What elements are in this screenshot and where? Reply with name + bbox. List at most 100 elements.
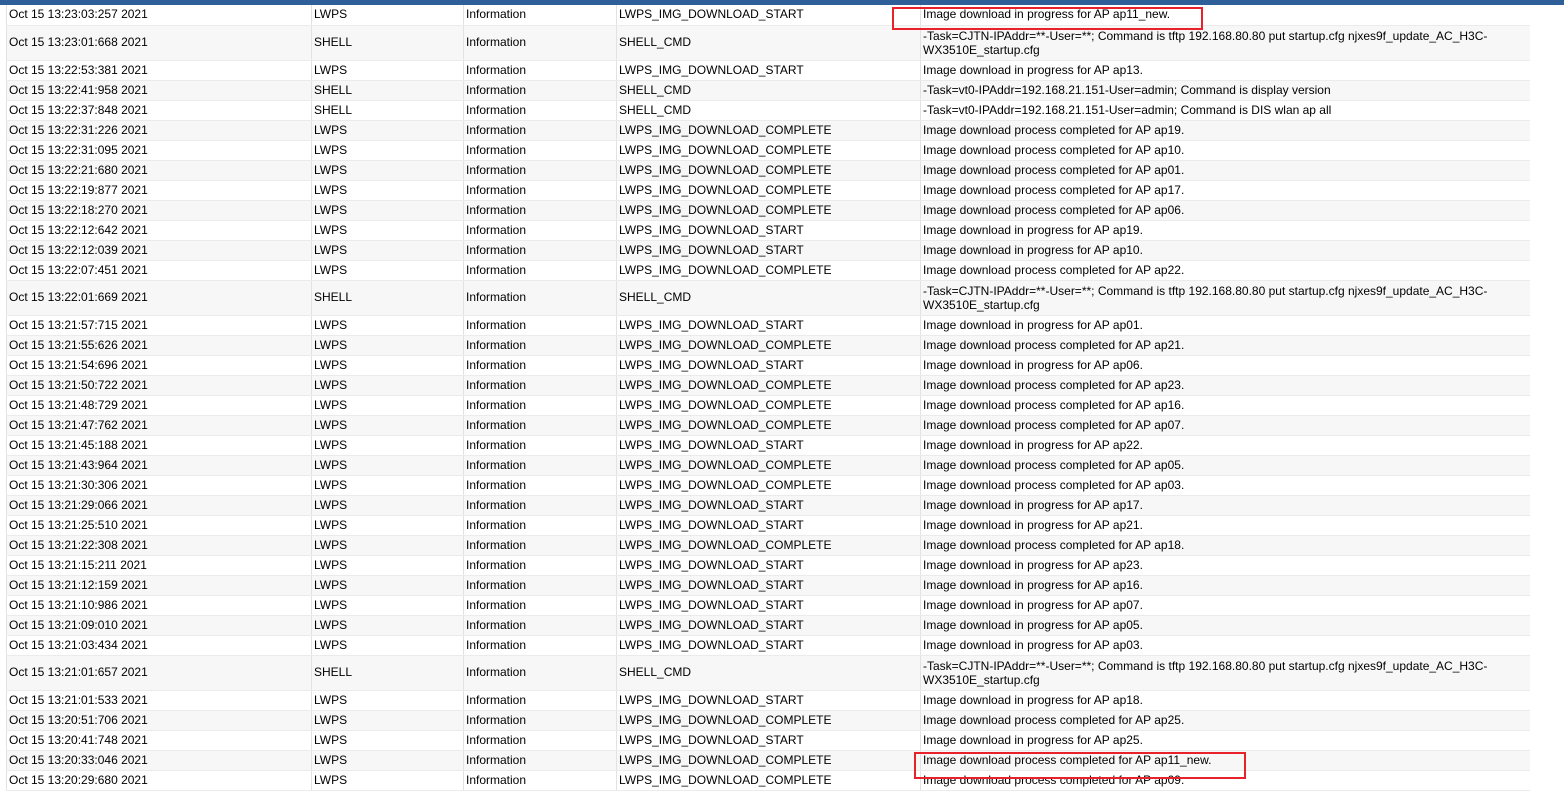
log-mnemonic-cell: LWPS_IMG_DOWNLOAD_COMPLETE [616, 455, 921, 476]
log-message-cell: Image download in progress for AP ap05. [920, 615, 1531, 636]
log-row[interactable]: Oct 15 13:21:30:306 2021 LWPS Information L… [6, 475, 1531, 496]
log-time-cell: Oct 15 13:21:01:533 2021 [6, 690, 312, 711]
log-module-cell: LWPS [311, 730, 464, 751]
log-time-cell: Oct 15 13:21:15:211 2021 [6, 555, 312, 576]
log-time-cell: Oct 15 13:21:54:696 2021 [6, 355, 312, 376]
log-mnemonic-cell: LWPS_IMG_DOWNLOAD_COMPLETE [616, 475, 921, 496]
log-module-cell: SHELL [311, 25, 464, 61]
log-row[interactable]: Oct 15 13:21:09:010 2021 LWPS Information L… [6, 615, 1531, 636]
log-module-cell: LWPS [311, 710, 464, 731]
log-message-cell: Image download process completed for AP … [920, 180, 1531, 201]
log-row[interactable]: Oct 15 13:21:22:308 2021 LWPS Information L… [6, 535, 1531, 556]
log-message-cell: Image download process completed for AP … [920, 260, 1531, 281]
log-row[interactable]: Oct 15 13:21:12:159 2021 LWPS Information L… [6, 575, 1531, 596]
log-row[interactable]: Oct 15 13:20:29:680 2021 LWPS Information L… [6, 770, 1531, 791]
log-message-cell: Image download in progress for AP ap11_n… [920, 5, 1531, 26]
log-module-cell: LWPS [311, 515, 464, 536]
log-time-cell: Oct 15 13:22:53:381 2021 [6, 60, 312, 81]
log-row[interactable]: Oct 15 13:22:07:451 2021 LWPS Information L… [6, 260, 1531, 281]
log-message-cell: -Task=vt0-IPAddr=192.168.21.151-User=adm… [920, 100, 1531, 121]
log-row[interactable]: Oct 15 13:21:57:715 2021 LWPS Information L… [6, 315, 1531, 336]
log-mnemonic-cell: LWPS_IMG_DOWNLOAD_START [616, 5, 921, 26]
log-row[interactable]: Oct 15 13:21:50:722 2021 LWPS Information L… [6, 375, 1531, 396]
log-row[interactable]: Oct 15 13:22:41:958 2021 SHELL Information… [6, 80, 1531, 101]
log-module-cell: LWPS [311, 200, 464, 221]
log-mnemonic-cell: LWPS_IMG_DOWNLOAD_START [616, 595, 921, 616]
log-level-cell: Information [463, 690, 617, 711]
log-time-cell: Oct 15 13:21:45:188 2021 [6, 435, 312, 456]
log-row[interactable]: Oct 15 13:22:21:680 2021 LWPS Information L… [6, 160, 1531, 181]
log-module-cell: LWPS [311, 335, 464, 356]
log-time-cell: Oct 15 13:21:57:715 2021 [6, 315, 312, 336]
log-module-cell: LWPS [311, 555, 464, 576]
log-module-cell: LWPS [311, 375, 464, 396]
log-mnemonic-cell: SHELL_CMD [616, 80, 921, 101]
log-row[interactable]: Oct 15 13:22:31:095 2021 LWPS Information L… [6, 140, 1531, 161]
log-module-cell: LWPS [311, 260, 464, 281]
log-mnemonic-cell: LWPS_IMG_DOWNLOAD_COMPLETE [616, 375, 921, 396]
log-message-cell: Image download in progress for AP ap17. [920, 495, 1531, 516]
log-module-cell: LWPS [311, 690, 464, 711]
log-row[interactable]: Oct 15 13:21:54:696 2021 LWPS Information L… [6, 355, 1531, 376]
log-message-cell: Image download in progress for AP ap25. [920, 730, 1531, 751]
log-message-cell: Image download in progress for AP ap16. [920, 575, 1531, 596]
log-module-cell: LWPS [311, 635, 464, 656]
log-time-cell: Oct 15 13:20:51:706 2021 [6, 710, 312, 731]
log-level-cell: Information [463, 180, 617, 201]
log-row[interactable]: Oct 15 13:23:01:668 2021 SHELL Information… [6, 25, 1531, 61]
log-mnemonic-cell: LWPS_IMG_DOWNLOAD_COMPLETE [616, 335, 921, 356]
log-row[interactable]: Oct 15 13:22:18:270 2021 LWPS Information L… [6, 200, 1531, 221]
log-message-cell: Image download in progress for AP ap06. [920, 355, 1531, 376]
log-module-cell: LWPS [311, 615, 464, 636]
log-message-cell: Image download process completed for AP … [920, 160, 1531, 181]
log-time-cell: Oct 15 13:21:30:306 2021 [6, 475, 312, 496]
log-row[interactable]: Oct 15 13:20:33:046 2021 LWPS Information L… [6, 750, 1531, 771]
log-row[interactable]: Oct 15 13:21:03:434 2021 LWPS Information L… [6, 635, 1531, 656]
log-level-cell: Information [463, 60, 617, 81]
log-message-cell: Image download in progress for AP ap18. [920, 690, 1531, 711]
log-row[interactable]: Oct 15 13:21:29:066 2021 LWPS Information L… [6, 495, 1531, 516]
log-level-cell: Information [463, 140, 617, 161]
log-message-cell: Image download process completed for AP … [920, 750, 1531, 771]
log-mnemonic-cell: SHELL_CMD [616, 25, 921, 61]
log-row[interactable]: Oct 15 13:20:41:748 2021 LWPS Information L… [6, 730, 1531, 751]
log-time-cell: Oct 15 13:22:12:039 2021 [6, 240, 312, 261]
log-level-cell: Information [463, 280, 617, 316]
log-row[interactable]: Oct 15 13:23:03:257 2021 LWPS Information L… [6, 5, 1531, 26]
log-row[interactable]: Oct 15 13:22:12:642 2021 LWPS Information L… [6, 220, 1531, 241]
log-level-cell: Information [463, 730, 617, 751]
log-row[interactable]: Oct 15 13:21:47:762 2021 LWPS Information L… [6, 415, 1531, 436]
log-level-cell: Information [463, 375, 617, 396]
log-module-cell: LWPS [311, 5, 464, 26]
log-row[interactable]: Oct 15 13:22:31:226 2021 LWPS Information L… [6, 120, 1531, 141]
log-row[interactable]: Oct 15 13:22:37:848 2021 SHELL Information… [6, 100, 1531, 121]
log-row[interactable]: Oct 15 13:22:19:877 2021 LWPS Information L… [6, 180, 1531, 201]
log-mnemonic-cell: LWPS_IMG_DOWNLOAD_START [616, 615, 921, 636]
log-row[interactable]: Oct 15 13:21:01:657 2021 SHELL Information… [6, 655, 1531, 691]
log-row[interactable]: Oct 15 13:21:10:986 2021 LWPS Information L… [6, 595, 1531, 616]
log-row[interactable]: Oct 15 13:21:48:729 2021 LWPS Information L… [6, 395, 1531, 416]
log-mnemonic-cell: LWPS_IMG_DOWNLOAD_START [616, 730, 921, 751]
log-row[interactable]: Oct 15 13:22:53:381 2021 LWPS Information L… [6, 60, 1531, 81]
log-mnemonic-cell: LWPS_IMG_DOWNLOAD_COMPLETE [616, 710, 921, 731]
log-level-cell: Information [463, 240, 617, 261]
log-row[interactable]: Oct 15 13:21:25:510 2021 LWPS Information L… [6, 515, 1531, 536]
log-row[interactable]: Oct 15 13:21:45:188 2021 LWPS Information L… [6, 435, 1531, 456]
log-time-cell: Oct 15 13:22:31:226 2021 [6, 120, 312, 141]
log-level-cell: Information [463, 535, 617, 556]
log-row[interactable]: Oct 15 13:21:15:211 2021 LWPS Information L… [6, 555, 1531, 576]
log-time-cell: Oct 15 13:21:01:657 2021 [6, 655, 312, 691]
log-row[interactable]: Oct 15 13:22:01:669 2021 SHELL Information… [6, 280, 1531, 316]
log-level-cell: Information [463, 160, 617, 181]
log-row[interactable]: Oct 15 13:20:51:706 2021 LWPS Information L… [6, 710, 1531, 731]
log-module-cell: LWPS [311, 220, 464, 241]
log-time-cell: Oct 15 13:21:09:010 2021 [6, 615, 312, 636]
log-module-cell: LWPS [311, 315, 464, 336]
log-row[interactable]: Oct 15 13:21:01:533 2021 LWPS Information L… [6, 690, 1531, 711]
log-time-cell: Oct 15 13:21:10:986 2021 [6, 595, 312, 616]
log-row[interactable]: Oct 15 13:21:43:964 2021 LWPS Information L… [6, 455, 1531, 476]
log-row[interactable]: Oct 15 13:22:12:039 2021 LWPS Information L… [6, 240, 1531, 261]
log-message-cell: Image download process completed for AP … [920, 375, 1531, 396]
log-row[interactable]: Oct 15 13:21:55:626 2021 LWPS Information L… [6, 335, 1531, 356]
log-message-cell: -Task=CJTN-IPAddr=**-User=**; Command is… [920, 25, 1531, 61]
